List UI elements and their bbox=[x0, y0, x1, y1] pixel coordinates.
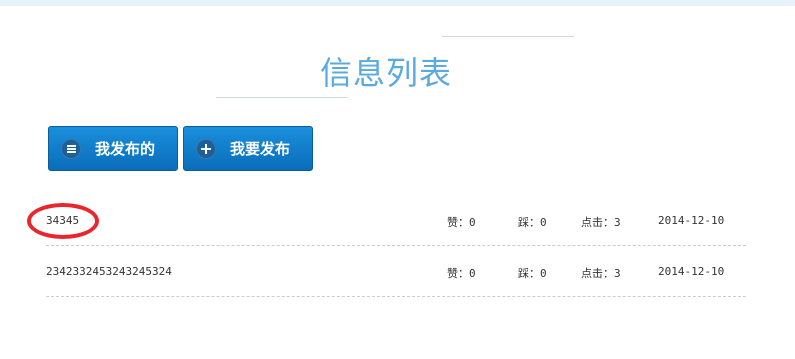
my-posts-button[interactable]: 我发布的 bbox=[48, 126, 178, 171]
item-date: 2014-12-10 bbox=[658, 214, 725, 227]
item-title-link[interactable]: 2342332453243245324 bbox=[46, 265, 172, 278]
info-list: 34345 赞：0 踩：0 点击：3 2014-12-10 2342332453… bbox=[46, 195, 746, 297]
plus-icon bbox=[196, 138, 216, 159]
title-divider-bottom bbox=[216, 97, 348, 98]
title-area: 信息列表 bbox=[0, 28, 795, 108]
item-clicks: 点击：3 bbox=[581, 216, 621, 229]
item-likes: 赞：0 bbox=[447, 267, 476, 280]
item-date: 2014-12-10 bbox=[658, 265, 725, 278]
post-new-button[interactable]: 我要发布 bbox=[183, 126, 313, 171]
top-strip bbox=[0, 0, 795, 6]
post-new-button-label: 我要发布 bbox=[230, 140, 291, 158]
item-title-link[interactable]: 34345 bbox=[46, 214, 79, 227]
item-clicks: 点击：3 bbox=[581, 267, 621, 280]
list-item: 34345 赞：0 踩：0 点击：3 2014-12-10 bbox=[46, 195, 746, 246]
item-dislikes: 踩：0 bbox=[518, 267, 547, 280]
page-title: 信息列表 bbox=[320, 54, 453, 92]
list-item: 2342332453243245324 赞：0 踩：0 点击：3 2014-12… bbox=[46, 246, 746, 297]
item-dislikes: 踩：0 bbox=[518, 216, 547, 229]
my-posts-button-label: 我发布的 bbox=[95, 140, 156, 158]
item-likes: 赞：0 bbox=[447, 216, 476, 229]
menu-icon bbox=[61, 138, 81, 159]
title-divider-top bbox=[442, 36, 574, 37]
